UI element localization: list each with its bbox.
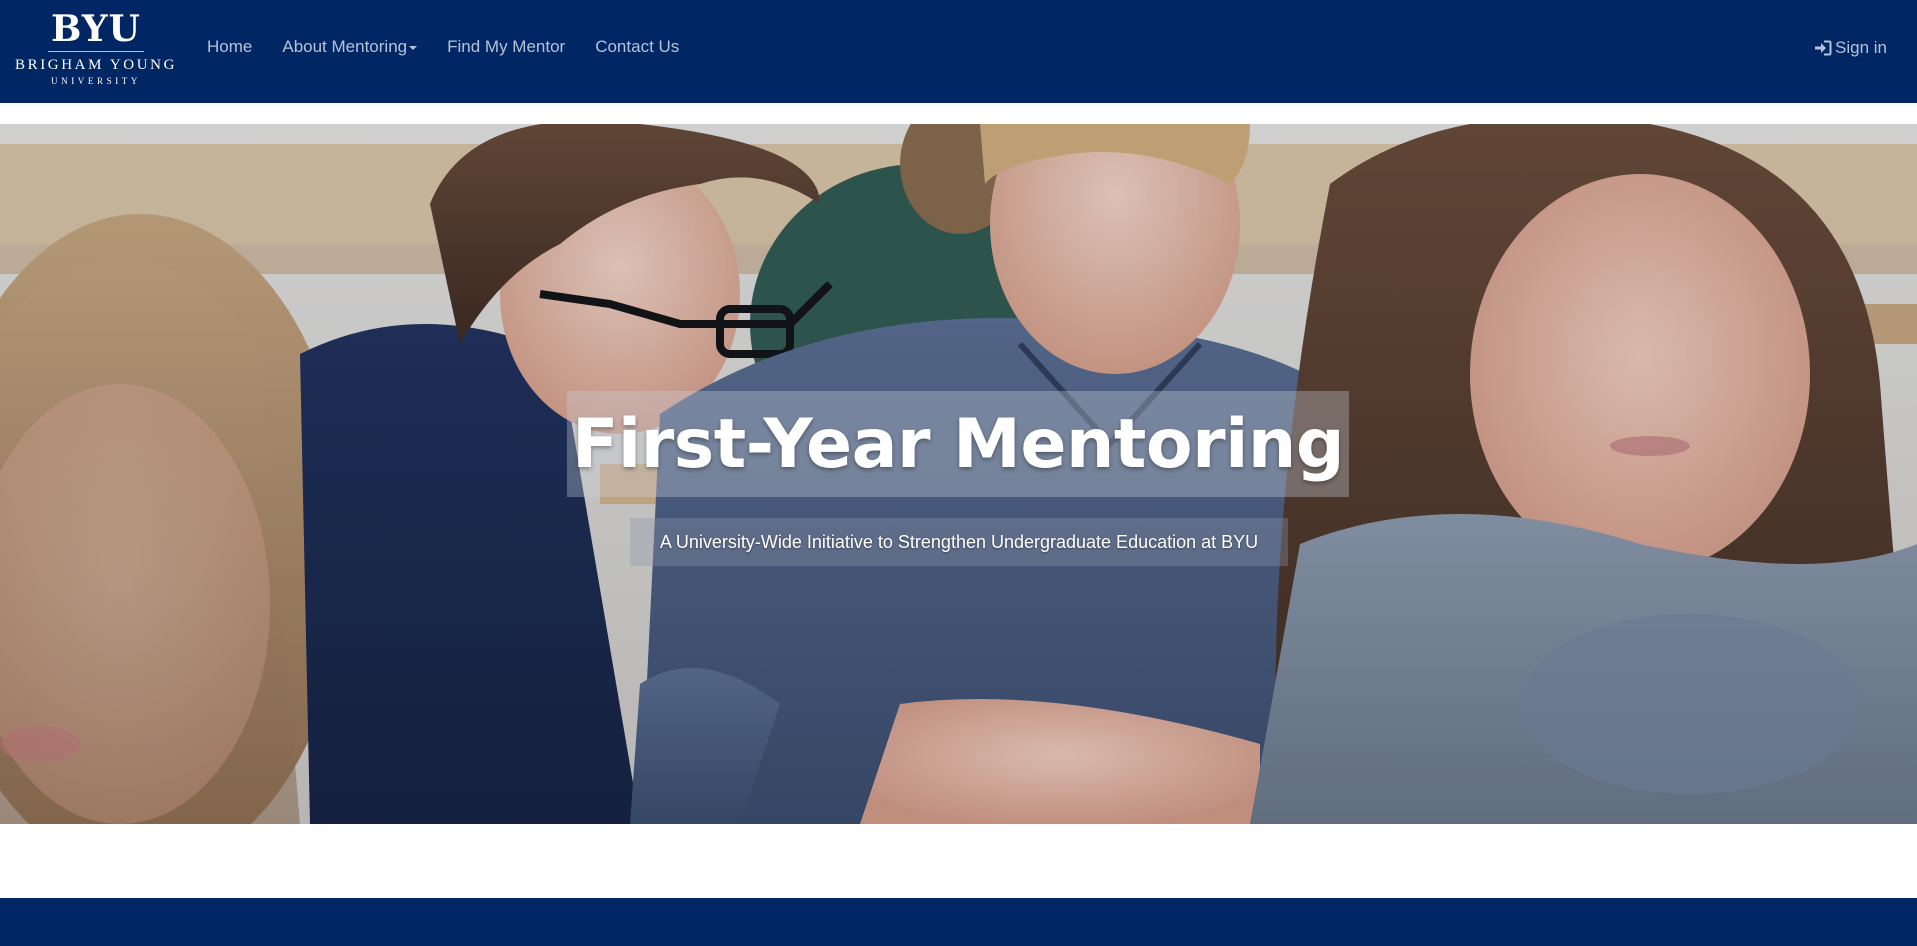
nav-item-contact-us[interactable]: Contact Us: [580, 36, 694, 58]
nav-item-label: Home: [207, 37, 253, 56]
nav-item-label: Contact Us: [595, 37, 680, 56]
hero-title-box: First-Year Mentoring: [567, 391, 1349, 497]
hero-subtitle: A University-Wide Initiative to Strength…: [659, 531, 1259, 552]
nav-item-about-mentoring[interactable]: About Mentoring: [267, 36, 432, 58]
byu-logo[interactable]: BYU BRIGHAM YOUNG UNIVERSITY: [15, 8, 174, 90]
logo-name-line2: UNIVERSITY: [51, 76, 141, 86]
footer-bar: [0, 898, 1917, 946]
sign-in-label: Sign in: [1835, 38, 1887, 57]
hero-banner: First-Year Mentoring A University-Wide I…: [0, 124, 1917, 824]
top-navbar: BYU BRIGHAM YOUNG UNIVERSITY Home About …: [0, 0, 1917, 103]
nav-item-label: About Mentoring: [282, 37, 408, 56]
sign-in-icon: [1815, 40, 1832, 56]
nav-item-label: Find My Mentor: [447, 37, 566, 56]
logo-divider: [48, 51, 144, 52]
logo-wordmark: BYU: [51, 8, 141, 50]
hero-subtitle-box: A University-Wide Initiative to Strength…: [630, 518, 1288, 566]
sign-in-link[interactable]: Sign in: [1814, 38, 1887, 58]
nav-item-find-my-mentor[interactable]: Find My Mentor: [432, 36, 580, 58]
nav-item-home[interactable]: Home: [192, 36, 267, 58]
hero-title: First-Year Mentoring: [571, 404, 1345, 484]
main-nav: Home About Mentoring Find My Mentor Cont…: [192, 36, 694, 58]
logo-name-line1: BRIGHAM YOUNG: [15, 57, 177, 73]
caret-down-icon: [409, 46, 418, 50]
